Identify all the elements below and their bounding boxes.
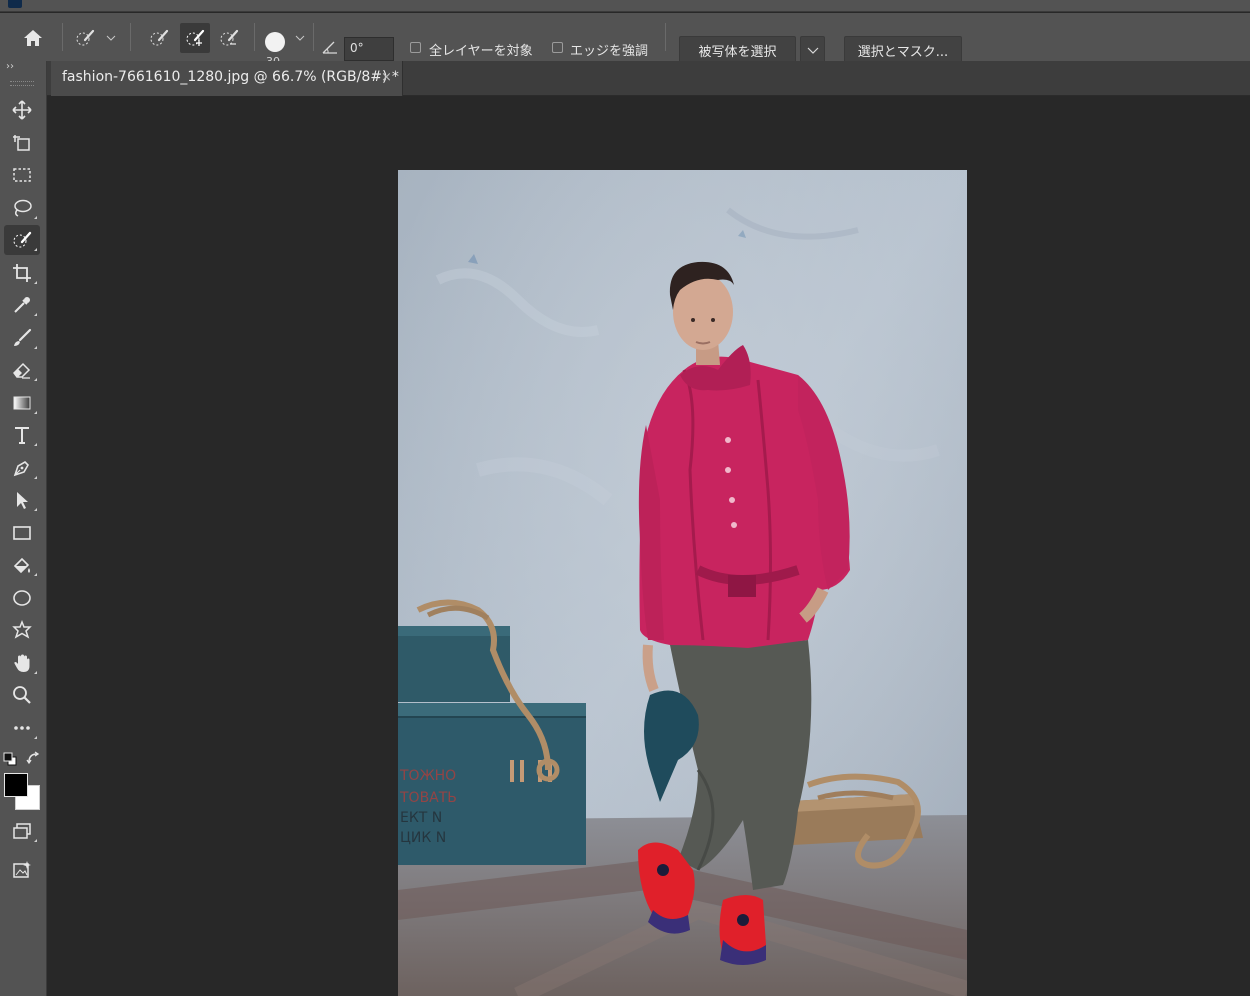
document-tab[interactable]: fashion-7661610_1280.jpg @ 66.7% (RGB/8#… — [51, 61, 403, 96]
svg-text:ЦИК N: ЦИК N — [400, 830, 446, 846]
panel-collapse-icon[interactable]: ›› — [6, 61, 14, 72]
eraser-tool-icon[interactable] — [4, 355, 40, 385]
canvas-area[interactable]: ТОЖНО ТОВАТЬ ЕКТ N ЦИК N — [47, 96, 1250, 996]
path-selection-tool-icon[interactable] — [4, 485, 40, 515]
document-tab-strip: fashion-7661610_1280.jpg @ 66.7% (RGB/8#… — [47, 61, 1250, 96]
generative-edit-icon[interactable] — [4, 855, 40, 885]
select-subject-dropdown[interactable] — [800, 36, 825, 64]
quick-selection-brush-icon[interactable] — [70, 25, 100, 51]
custom-shape-tool-icon[interactable] — [4, 615, 40, 645]
menu-bar — [0, 0, 1250, 12]
options-bar: 30 0° 全レイヤーを対象 エッジを強調 被写体を選択 選択とマスク... — [0, 13, 1250, 68]
angle-icon — [320, 37, 340, 57]
brush-options-chevron-icon[interactable] — [293, 31, 307, 45]
artboard-tool-icon[interactable] — [4, 128, 40, 158]
hand-tool-icon[interactable] — [4, 648, 40, 678]
svg-text:ТОЖНО: ТОЖНО — [399, 768, 456, 784]
chevron-down-icon — [807, 47, 818, 54]
tools-panel: ›› — [0, 61, 47, 996]
fashion-photo: ТОЖНО ТОВАТЬ ЕКТ N ЦИК N — [398, 170, 967, 996]
select-subject-button[interactable]: 被写体を選択 — [679, 36, 796, 64]
paint-bucket-tool-icon[interactable] — [4, 550, 40, 580]
panel-grip[interactable] — [10, 81, 34, 86]
more-tools-icon[interactable] — [4, 713, 40, 743]
sample-all-layers-checkbox[interactable] — [410, 42, 421, 53]
foreground-color-swatch[interactable] — [4, 773, 28, 797]
swap-colors-icon[interactable] — [25, 750, 41, 766]
new-selection-brush-icon[interactable] — [144, 25, 174, 51]
close-icon[interactable]: × — [381, 70, 392, 85]
rectangular-marquee-tool-icon[interactable] — [4, 160, 40, 190]
document-tab-title: fashion-7661610_1280.jpg @ 66.7% (RGB/8#… — [62, 69, 399, 85]
enhance-edge-label: エッジを強調 — [570, 44, 649, 59]
move-tool-icon[interactable] — [4, 95, 40, 125]
add-to-selection-brush-icon[interactable] — [180, 23, 210, 53]
home-icon[interactable] — [18, 25, 48, 51]
brush-size-preview-icon[interactable] — [265, 32, 285, 52]
enhance-edge-checkbox[interactable] — [552, 42, 563, 53]
default-colors-icon[interactable] — [2, 751, 18, 767]
angle-input[interactable]: 0° — [344, 37, 394, 61]
quick-mask-icon[interactable] — [4, 816, 40, 846]
gradient-tool-icon[interactable] — [4, 388, 40, 418]
brush-tool-icon[interactable] — [4, 323, 40, 353]
lasso-tool-icon[interactable] — [4, 193, 40, 223]
pen-tool-icon[interactable] — [4, 453, 40, 483]
chevron-down-icon[interactable] — [104, 31, 118, 45]
quick-selection-tool-icon[interactable] — [4, 225, 40, 255]
svg-text:ТОВАТЬ: ТОВАТЬ — [399, 790, 457, 806]
app-icon[interactable] — [8, 0, 22, 8]
select-and-mask-button[interactable]: 選択とマスク... — [844, 36, 962, 64]
document-image[interactable]: ТОЖНО ТОВАТЬ ЕКТ N ЦИК N — [398, 170, 967, 996]
sample-all-layers-label: 全レイヤーを対象 — [429, 44, 533, 59]
zoom-tool-icon[interactable] — [4, 680, 40, 710]
svg-text:ЕКТ N: ЕКТ N — [400, 810, 442, 826]
type-tool-icon[interactable] — [4, 420, 40, 450]
ellipse-tool-icon[interactable] — [4, 583, 40, 613]
subtract-from-selection-brush-icon[interactable] — [214, 25, 244, 51]
crop-tool-icon[interactable] — [4, 258, 40, 288]
eyedropper-tool-icon[interactable] — [4, 290, 40, 320]
rectangle-tool-icon[interactable] — [4, 518, 40, 548]
